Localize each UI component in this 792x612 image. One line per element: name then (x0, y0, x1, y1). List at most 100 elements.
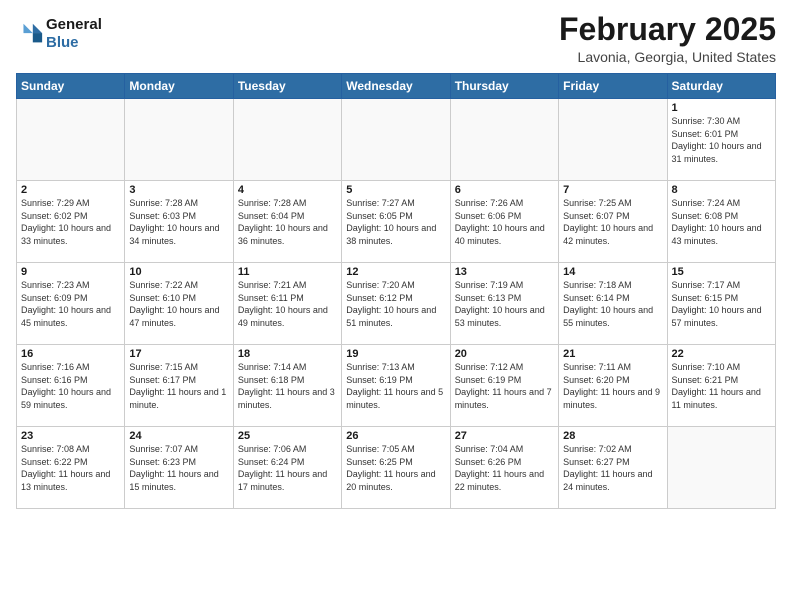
day-info: Sunrise: 7:21 AM Sunset: 6:11 PM Dayligh… (238, 279, 337, 329)
calendar-cell-w3-d3: 11Sunrise: 7:21 AM Sunset: 6:11 PM Dayli… (233, 263, 341, 345)
calendar-table: Sunday Monday Tuesday Wednesday Thursday… (16, 73, 776, 509)
col-sunday: Sunday (17, 74, 125, 99)
day-number: 21 (563, 348, 662, 360)
day-info: Sunrise: 7:04 AM Sunset: 6:26 PM Dayligh… (455, 443, 554, 493)
calendar-cell-w3-d1: 9Sunrise: 7:23 AM Sunset: 6:09 PM Daylig… (17, 263, 125, 345)
calendar-cell-w5-d5: 27Sunrise: 7:04 AM Sunset: 6:26 PM Dayli… (450, 427, 558, 509)
col-wednesday: Wednesday (342, 74, 450, 99)
calendar-cell-w5-d6: 28Sunrise: 7:02 AM Sunset: 6:27 PM Dayli… (559, 427, 667, 509)
day-info: Sunrise: 7:07 AM Sunset: 6:23 PM Dayligh… (129, 443, 228, 493)
day-info: Sunrise: 7:11 AM Sunset: 6:20 PM Dayligh… (563, 361, 662, 411)
calendar-cell-w1-d1 (17, 99, 125, 181)
calendar-cell-w4-d4: 19Sunrise: 7:13 AM Sunset: 6:19 PM Dayli… (342, 345, 450, 427)
header: General Blue February 2025 Lavonia, Geor… (16, 12, 776, 65)
day-info: Sunrise: 7:22 AM Sunset: 6:10 PM Dayligh… (129, 279, 228, 329)
day-info: Sunrise: 7:24 AM Sunset: 6:08 PM Dayligh… (672, 197, 771, 247)
day-info: Sunrise: 7:28 AM Sunset: 6:03 PM Dayligh… (129, 197, 228, 247)
day-number: 18 (238, 348, 337, 360)
page: General Blue February 2025 Lavonia, Geor… (0, 0, 792, 612)
logo-icon (16, 20, 44, 48)
day-number: 9 (21, 266, 120, 278)
day-number: 20 (455, 348, 554, 360)
day-info: Sunrise: 7:29 AM Sunset: 6:02 PM Dayligh… (21, 197, 120, 247)
day-info: Sunrise: 7:05 AM Sunset: 6:25 PM Dayligh… (346, 443, 445, 493)
calendar-week-2: 2Sunrise: 7:29 AM Sunset: 6:02 PM Daylig… (17, 181, 776, 263)
day-info: Sunrise: 7:17 AM Sunset: 6:15 PM Dayligh… (672, 279, 771, 329)
calendar-cell-w1-d3 (233, 99, 341, 181)
day-number: 3 (129, 184, 228, 196)
day-number: 16 (21, 348, 120, 360)
day-number: 13 (455, 266, 554, 278)
calendar-cell-w3-d7: 15Sunrise: 7:17 AM Sunset: 6:15 PM Dayli… (667, 263, 775, 345)
day-number: 1 (672, 102, 771, 114)
calendar-week-3: 9Sunrise: 7:23 AM Sunset: 6:09 PM Daylig… (17, 263, 776, 345)
day-info: Sunrise: 7:14 AM Sunset: 6:18 PM Dayligh… (238, 361, 337, 411)
calendar-cell-w5-d3: 25Sunrise: 7:06 AM Sunset: 6:24 PM Dayli… (233, 427, 341, 509)
calendar-cell-w4-d1: 16Sunrise: 7:16 AM Sunset: 6:16 PM Dayli… (17, 345, 125, 427)
day-info: Sunrise: 7:20 AM Sunset: 6:12 PM Dayligh… (346, 279, 445, 329)
calendar-cell-w5-d4: 26Sunrise: 7:05 AM Sunset: 6:25 PM Dayli… (342, 427, 450, 509)
calendar-cell-w4-d6: 21Sunrise: 7:11 AM Sunset: 6:20 PM Dayli… (559, 345, 667, 427)
day-number: 26 (346, 430, 445, 442)
day-info: Sunrise: 7:23 AM Sunset: 6:09 PM Dayligh… (21, 279, 120, 329)
location: Lavonia, Georgia, United States (559, 49, 776, 65)
day-number: 15 (672, 266, 771, 278)
calendar-cell-w2-d6: 7Sunrise: 7:25 AM Sunset: 6:07 PM Daylig… (559, 181, 667, 263)
day-info: Sunrise: 7:25 AM Sunset: 6:07 PM Dayligh… (563, 197, 662, 247)
day-number: 28 (563, 430, 662, 442)
calendar-cell-w1-d2 (125, 99, 233, 181)
day-info: Sunrise: 7:12 AM Sunset: 6:19 PM Dayligh… (455, 361, 554, 411)
day-number: 12 (346, 266, 445, 278)
day-info: Sunrise: 7:28 AM Sunset: 6:04 PM Dayligh… (238, 197, 337, 247)
calendar-cell-w3-d6: 14Sunrise: 7:18 AM Sunset: 6:14 PM Dayli… (559, 263, 667, 345)
day-number: 11 (238, 266, 337, 278)
calendar-cell-w5-d1: 23Sunrise: 7:08 AM Sunset: 6:22 PM Dayli… (17, 427, 125, 509)
day-info: Sunrise: 7:18 AM Sunset: 6:14 PM Dayligh… (563, 279, 662, 329)
day-info: Sunrise: 7:27 AM Sunset: 6:05 PM Dayligh… (346, 197, 445, 247)
day-number: 14 (563, 266, 662, 278)
calendar-cell-w1-d6 (559, 99, 667, 181)
day-number: 10 (129, 266, 228, 278)
title-block: February 2025 Lavonia, Georgia, United S… (559, 12, 776, 65)
day-info: Sunrise: 7:08 AM Sunset: 6:22 PM Dayligh… (21, 443, 120, 493)
day-number: 2 (21, 184, 120, 196)
calendar-cell-w5-d7 (667, 427, 775, 509)
day-number: 25 (238, 430, 337, 442)
calendar-cell-w1-d7: 1Sunrise: 7:30 AM Sunset: 6:01 PM Daylig… (667, 99, 775, 181)
calendar-cell-w3-d4: 12Sunrise: 7:20 AM Sunset: 6:12 PM Dayli… (342, 263, 450, 345)
logo-line2: Blue (46, 34, 102, 52)
day-info: Sunrise: 7:13 AM Sunset: 6:19 PM Dayligh… (346, 361, 445, 411)
calendar-cell-w2-d2: 3Sunrise: 7:28 AM Sunset: 6:03 PM Daylig… (125, 181, 233, 263)
month-title: February 2025 (559, 12, 776, 47)
day-info: Sunrise: 7:19 AM Sunset: 6:13 PM Dayligh… (455, 279, 554, 329)
col-thursday: Thursday (450, 74, 558, 99)
day-info: Sunrise: 7:06 AM Sunset: 6:24 PM Dayligh… (238, 443, 337, 493)
calendar-cell-w4-d7: 22Sunrise: 7:10 AM Sunset: 6:21 PM Dayli… (667, 345, 775, 427)
calendar-cell-w1-d5 (450, 99, 558, 181)
day-number: 17 (129, 348, 228, 360)
calendar-cell-w2-d7: 8Sunrise: 7:24 AM Sunset: 6:08 PM Daylig… (667, 181, 775, 263)
calendar-week-4: 16Sunrise: 7:16 AM Sunset: 6:16 PM Dayli… (17, 345, 776, 427)
calendar-cell-w2-d3: 4Sunrise: 7:28 AM Sunset: 6:04 PM Daylig… (233, 181, 341, 263)
day-number: 24 (129, 430, 228, 442)
col-saturday: Saturday (667, 74, 775, 99)
calendar-cell-w4-d2: 17Sunrise: 7:15 AM Sunset: 6:17 PM Dayli… (125, 345, 233, 427)
calendar-cell-w3-d5: 13Sunrise: 7:19 AM Sunset: 6:13 PM Dayli… (450, 263, 558, 345)
col-friday: Friday (559, 74, 667, 99)
day-info: Sunrise: 7:16 AM Sunset: 6:16 PM Dayligh… (21, 361, 120, 411)
day-number: 22 (672, 348, 771, 360)
calendar-cell-w3-d2: 10Sunrise: 7:22 AM Sunset: 6:10 PM Dayli… (125, 263, 233, 345)
calendar-week-5: 23Sunrise: 7:08 AM Sunset: 6:22 PM Dayli… (17, 427, 776, 509)
col-tuesday: Tuesday (233, 74, 341, 99)
day-info: Sunrise: 7:10 AM Sunset: 6:21 PM Dayligh… (672, 361, 771, 411)
logo-line1: General (46, 16, 102, 34)
day-info: Sunrise: 7:26 AM Sunset: 6:06 PM Dayligh… (455, 197, 554, 247)
day-info: Sunrise: 7:02 AM Sunset: 6:27 PM Dayligh… (563, 443, 662, 493)
col-monday: Monday (125, 74, 233, 99)
calendar-cell-w1-d4 (342, 99, 450, 181)
calendar-cell-w2-d5: 6Sunrise: 7:26 AM Sunset: 6:06 PM Daylig… (450, 181, 558, 263)
calendar-cell-w4-d5: 20Sunrise: 7:12 AM Sunset: 6:19 PM Dayli… (450, 345, 558, 427)
logo: General Blue (16, 16, 102, 52)
day-number: 23 (21, 430, 120, 442)
day-number: 4 (238, 184, 337, 196)
